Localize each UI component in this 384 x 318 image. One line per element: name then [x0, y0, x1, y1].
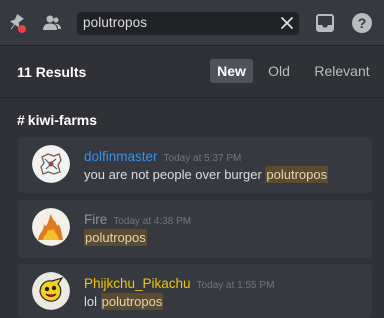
results-count: 11 Results: [17, 64, 87, 80]
search-input[interactable]: polutropos: [77, 12, 299, 35]
message-text: you are not people over burger: [84, 167, 266, 182]
message-content: lol polutropos: [84, 293, 164, 310]
message-content: you are not people over burger polutropo…: [84, 166, 329, 183]
timestamp: Today at 5:37 PM: [163, 153, 242, 164]
pin-muted-icon[interactable]: [4, 11, 28, 35]
results-header: 11 Results New Old Relevant: [0, 47, 384, 97]
avatar[interactable]: [32, 208, 70, 246]
message-header: Fire Today at 4:38 PM: [84, 212, 191, 227]
clear-icon[interactable]: [280, 16, 294, 30]
message-header: Phijkchu_Pikachu Today at 1:55 PM: [84, 276, 274, 291]
search-highlight: polutropos: [100, 293, 164, 310]
timestamp: Today at 4:38 PM: [113, 216, 192, 227]
search-highlight: polutropos: [84, 229, 147, 246]
channel-name: kiwi-farms: [27, 112, 98, 128]
search-query: polutropos: [83, 15, 148, 30]
divider: [0, 97, 384, 98]
members-icon[interactable]: [40, 11, 64, 35]
author-name[interactable]: dolfinmaster: [84, 149, 158, 164]
message-header: dolfinmaster Today at 5:37 PM: [84, 149, 241, 164]
timestamp: Today at 1:55 PM: [196, 280, 275, 291]
svg-text:?: ?: [358, 15, 367, 31]
inbox-icon[interactable]: [313, 11, 337, 35]
search-result[interactable]: Phijkchu_Pikachu Today at 1:55 PM lol pol…: [18, 264, 372, 318]
hash-icon: #: [17, 112, 25, 128]
help-icon[interactable]: ?: [350, 11, 374, 35]
author-name[interactable]: Phijkchu_Pikachu: [84, 276, 191, 291]
avatar[interactable]: [32, 272, 70, 310]
top-bar: polutropos ?: [0, 0, 384, 46]
search-result[interactable]: Fire Today at 4:38 PM polutropos: [18, 200, 372, 258]
message-text: lol: [84, 294, 101, 309]
message-content: polutropos: [84, 229, 147, 246]
channel-header[interactable]: # kiwi-farms: [17, 112, 97, 128]
author-name[interactable]: Fire: [84, 212, 107, 227]
search-result[interactable]: dolfinmaster Today at 5:37 PM you are not…: [18, 137, 372, 193]
search-highlight: polutropos: [265, 166, 329, 183]
sort-tab-old[interactable]: Old: [262, 59, 296, 83]
avatar[interactable]: [32, 145, 70, 183]
sort-tab-new[interactable]: New: [210, 59, 253, 83]
sort-tab-relevant[interactable]: Relevant: [308, 59, 376, 83]
